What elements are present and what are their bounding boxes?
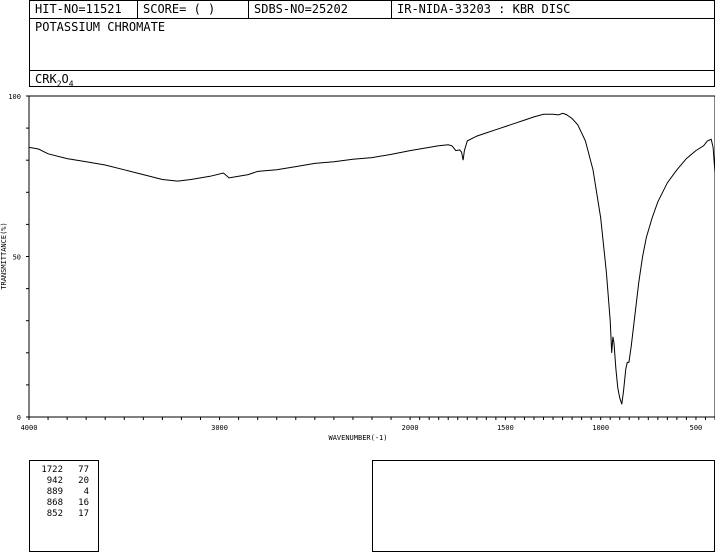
peak-row: 852 17: [30, 509, 98, 520]
ir-spectrum-chart: 0 50 100 4000 3000 2000 1500 1000 500 WAVENUMBE…: [0, 93, 715, 442]
peak-wavenumber: 852: [46, 509, 63, 519]
x-tick-label: 2000: [402, 424, 419, 432]
peak-row: 889 4: [30, 487, 98, 498]
y-axis-label: TRANSMITTANCE(%): [0, 222, 8, 289]
peak-wavenumber: 942: [46, 476, 63, 486]
peak-transmittance: 77: [78, 465, 89, 475]
x-tick-label: 1500: [497, 424, 514, 432]
peak-row: 1722 77: [30, 465, 98, 476]
structure-box: [372, 460, 715, 552]
peak-table: 1722 77 942 20 889 4 868 16 852 17: [29, 460, 99, 552]
x-tick-label: 500: [690, 424, 703, 432]
peak-row: 942 20: [30, 476, 98, 487]
peak-transmittance: 4: [83, 487, 89, 497]
plot-frame: [28, 95, 715, 418]
x-tick-label: 4000: [21, 424, 38, 432]
y-tick-label: 0: [17, 414, 21, 422]
x-tick-label: 3000: [211, 424, 228, 432]
x-axis-label: WAVENUMBER(-1): [328, 434, 387, 442]
peak-transmittance: 17: [78, 509, 89, 519]
peak-row: 868 16: [30, 498, 98, 509]
y-axis: 0 50 100: [8, 93, 29, 422]
y-tick-label: 50: [13, 254, 21, 262]
peak-transmittance: 16: [78, 498, 89, 508]
peak-transmittance: 20: [78, 476, 89, 486]
peak-wavenumber: 889: [46, 487, 63, 497]
x-tick-label: 1000: [592, 424, 609, 432]
spectrum-line: [28, 112, 715, 405]
peak-wavenumber: 868: [46, 498, 63, 508]
y-tick-label: 100: [8, 93, 21, 101]
peak-wavenumber: 1722: [41, 465, 63, 475]
x-axis: 4000 3000 2000 1500 1000 500: [21, 417, 715, 432]
